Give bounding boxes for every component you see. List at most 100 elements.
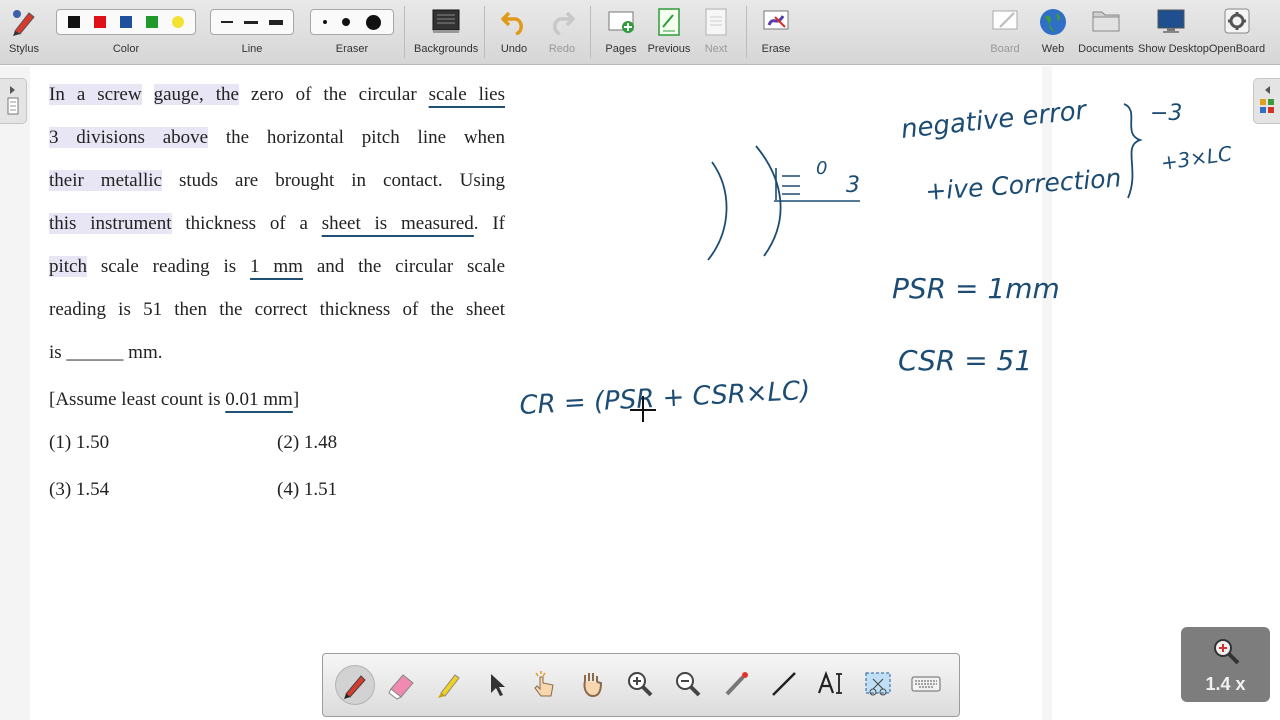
ink-minus-three: −3: [1150, 101, 1182, 126]
redo-label: Redo: [548, 43, 576, 55]
eraser-large-option[interactable]: [366, 14, 382, 30]
zoom-magnifier-icon: [1214, 639, 1240, 665]
ink-negative-error: negative error: [900, 95, 1090, 145]
add-page-icon: [608, 11, 634, 33]
stylus-icon: [13, 10, 35, 36]
pages-button[interactable]: Pages: [600, 0, 642, 64]
eraser-medium-option[interactable]: [342, 18, 351, 26]
question-text: In a screw gauge, the zero of the circul…: [49, 78, 505, 426]
web-button[interactable]: Web: [1034, 0, 1072, 64]
zoom-indicator[interactable]: 1.4 x: [1181, 627, 1270, 702]
highlighter-icon: [438, 674, 460, 698]
eraser-tool[interactable]: [383, 665, 421, 703]
question-fragment: In a screw: [49, 84, 142, 105]
page-thumbnails-icon: [7, 86, 19, 115]
board-icon: [992, 10, 1018, 30]
previous-label: Previous: [647, 43, 691, 55]
question-line-3: their metallic studs are brought in cont…: [49, 164, 505, 207]
erase-button[interactable]: Erase: [754, 0, 798, 64]
color-group: Color: [56, 0, 196, 64]
selector-tool[interactable]: [477, 665, 515, 703]
question-fragment-underlined: 0.01 mm: [225, 389, 293, 410]
next-page-icon: [705, 8, 727, 36]
eraser-icon: [388, 674, 414, 700]
redo-button[interactable]: Redo: [542, 0, 582, 64]
question-line-4: this instrument thickness of a sheet is …: [49, 207, 505, 250]
question-fragment: scale reading is: [100, 256, 237, 277]
redo-icon: [553, 11, 575, 35]
board-label: Board: [990, 43, 1020, 55]
undo-label: Undo: [500, 43, 528, 55]
pages-label: Pages: [605, 43, 637, 55]
backgrounds-button[interactable]: Backgrounds: [414, 0, 478, 64]
virtual-keyboard-tool[interactable]: [907, 665, 945, 703]
laser-pointer-icon: [725, 672, 748, 696]
zoom-level-label: 1.4 x: [1205, 674, 1246, 694]
question-line-7: is ______ mm.: [49, 342, 163, 363]
board-button[interactable]: Board: [984, 0, 1026, 64]
color-green-swatch[interactable]: [146, 16, 158, 28]
line-group: Line: [210, 0, 294, 64]
next-page-button[interactable]: Next: [696, 0, 736, 64]
text-tool[interactable]: [813, 665, 851, 703]
folder-icon: [1092, 11, 1120, 32]
undo-button[interactable]: Undo: [494, 0, 534, 64]
documents-label: Documents: [1078, 43, 1134, 55]
left-panel-toggle[interactable]: [0, 78, 27, 124]
previous-page-icon: [658, 8, 680, 36]
documents-button[interactable]: Documents: [1078, 0, 1134, 64]
line-thick-option[interactable]: [269, 19, 284, 25]
eraser-group: Eraser: [310, 0, 394, 64]
stylus-label: Stylus: [9, 43, 39, 55]
question-fragment: and the circular scale: [316, 256, 506, 277]
color-black-swatch[interactable]: [68, 16, 80, 28]
color-yellow-swatch[interactable]: [172, 16, 184, 28]
question-fragment: thickness of a: [185, 213, 308, 234]
zoom-out-tool[interactable]: [669, 665, 707, 703]
question-fragment: [Assume least count is: [49, 389, 221, 410]
line-label: Line: [241, 43, 263, 55]
right-panel-toggle[interactable]: [1253, 78, 1280, 124]
question-fragment-underlined: 1 mm: [250, 256, 303, 277]
pen-tool[interactable]: [335, 665, 375, 705]
stylus-button[interactable]: Stylus: [4, 0, 44, 64]
question-line-8: [Assume least count is 0.01 mm]: [49, 383, 505, 426]
line-tool[interactable]: [765, 665, 803, 703]
undo-icon: [501, 11, 523, 35]
capture-tool[interactable]: [859, 665, 897, 703]
zoom-out-icon: [676, 672, 701, 697]
ink-scale-three: 3: [846, 173, 860, 198]
question-line-6: reading is 51 then the correct thickness…: [49, 299, 505, 320]
top-toolbar: Stylus Color Line Eraser Backgrounds Und…: [0, 0, 1280, 65]
web-label: Web: [1041, 43, 1065, 55]
highlighter-tool[interactable]: [429, 665, 467, 703]
color-red-swatch[interactable]: [94, 16, 106, 28]
arrow-pointer-icon: [491, 674, 505, 696]
ink-scale-marks: [782, 175, 800, 195]
hand-tool[interactable]: [573, 665, 611, 703]
line-medium-option[interactable]: [243, 20, 258, 24]
show-desktop-button[interactable]: Show Desktop: [1138, 0, 1209, 64]
question-fragment: their metallic: [49, 170, 162, 191]
ink-brace: [1123, 103, 1143, 199]
zoom-in-tool[interactable]: [621, 665, 659, 703]
color-blue-swatch[interactable]: [120, 16, 132, 28]
left-gutter: [0, 66, 30, 720]
hand-pan-icon: [583, 673, 603, 698]
line-draw-icon: [772, 672, 796, 696]
laser-pointer-tool[interactable]: [717, 665, 755, 703]
question-line-5: pitch scale reading is 1 mm and the circ…: [49, 250, 505, 293]
option-2: (2) 1.48: [277, 432, 338, 453]
eraser-sizes: [310, 9, 394, 35]
question-line-2: 3 divisions above the horizontal pitch l…: [49, 121, 505, 164]
eraser-small-option[interactable]: [322, 20, 327, 24]
line-thin-option[interactable]: [220, 21, 233, 23]
interact-tool[interactable]: [525, 665, 563, 703]
ink-corrected-reading: CR = (PSR + CSR×LC): [519, 376, 811, 421]
show-desktop-label: Show Desktop: [1138, 43, 1209, 55]
previous-page-button[interactable]: Previous: [646, 0, 692, 64]
text-icon: [817, 670, 842, 694]
openboard-menu-button[interactable]: OpenBoard: [1208, 0, 1266, 64]
next-label: Next: [704, 43, 728, 55]
question-fragment: 3 divisions above: [49, 127, 209, 148]
